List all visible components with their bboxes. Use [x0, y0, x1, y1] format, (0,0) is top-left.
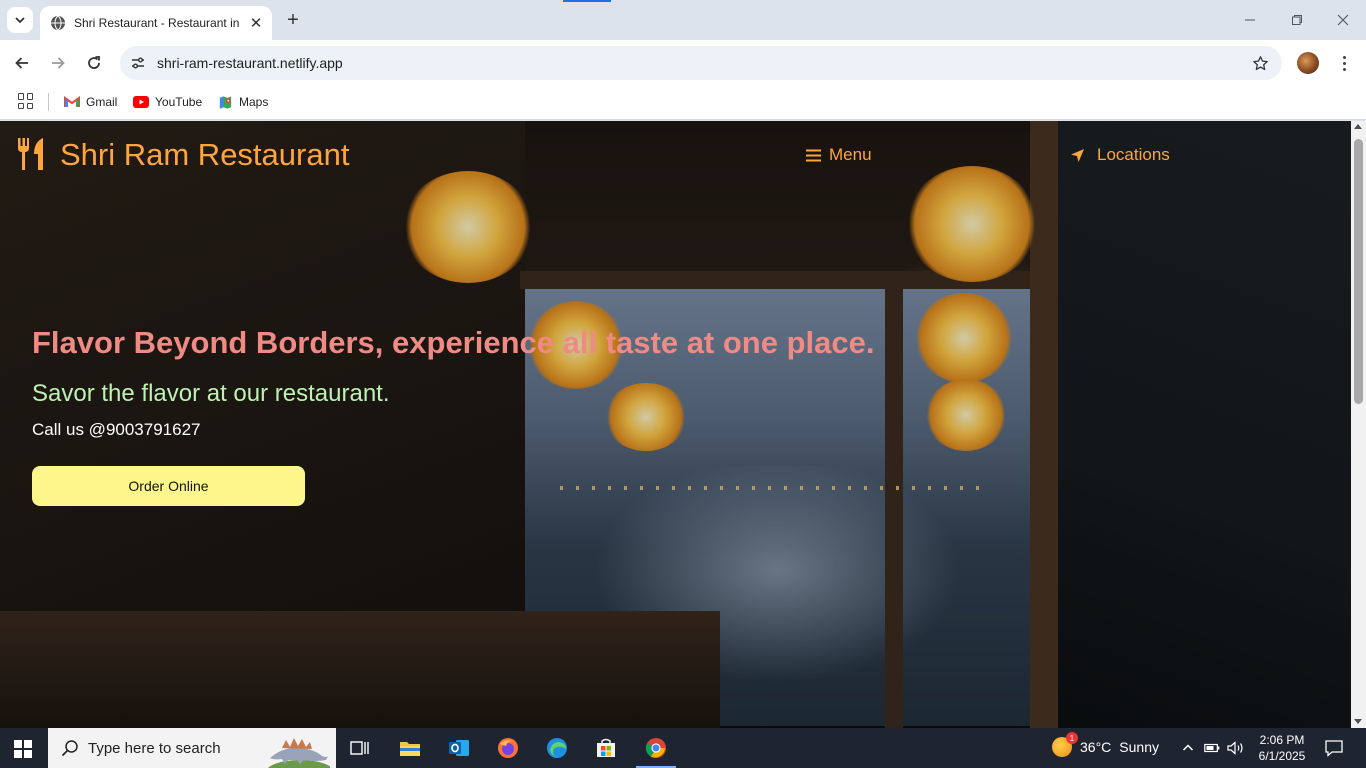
weather-widget[interactable]: 1 36°C Sunny: [1052, 732, 1159, 757]
windows-taskbar: Type here to search 1 36°C Sunny 2:06 PM…: [0, 728, 1366, 768]
apps-grid-icon[interactable]: [18, 93, 34, 109]
file-explorer-button[interactable]: [398, 736, 422, 760]
edge-icon: [547, 738, 567, 758]
firefox-icon: [498, 738, 518, 758]
nav-menu-label: Menu: [829, 145, 872, 164]
restore-button[interactable]: [1287, 10, 1307, 30]
scroll-down-arrow[interactable]: [1354, 719, 1362, 724]
page-scrollbar[interactable]: [1351, 121, 1366, 728]
search-placeholder: Type here to search: [88, 739, 221, 757]
arrow-left-icon: [15, 57, 28, 69]
url-text[interactable]: shri-ram-restaurant.netlify.app: [157, 55, 343, 71]
sun-icon: 1: [1052, 732, 1078, 757]
bookmark-maps[interactable]: Maps: [218, 91, 268, 113]
address-bar[interactable]: shri-ram-restaurant.netlify.app: [120, 46, 1282, 80]
bookmarks-bar: Gmail YouTube Maps: [0, 86, 1366, 120]
browser-tab-bar: Shri Restaurant - Restaurant in Hyderaba…: [0, 0, 1366, 40]
clock-time: 2:06 PM: [1259, 733, 1305, 747]
site-header: Shri Ram Restaurant Menu Locations: [0, 121, 1351, 191]
brand-name[interactable]: Shri Ram Restaurant: [60, 137, 349, 173]
minimize-icon: [1245, 19, 1255, 21]
task-view-icon: [350, 741, 369, 755]
nav-locations-label: Locations: [1097, 145, 1170, 164]
close-tab-icon[interactable]: ✕: [248, 15, 264, 32]
chevron-up-icon: [1182, 744, 1194, 751]
store-icon: [597, 738, 615, 757]
close-window-button[interactable]: [1333, 10, 1353, 30]
weather-temp: 36°C: [1080, 739, 1112, 755]
location-arrow-icon: [1070, 148, 1085, 162]
chrome-icon: [645, 738, 666, 758]
minimize-button[interactable]: [1240, 10, 1260, 30]
forward-button[interactable]: [46, 51, 70, 75]
reload-button[interactable]: [82, 51, 106, 75]
bookmark-label: Gmail: [86, 95, 118, 109]
volume-button[interactable]: [1226, 738, 1246, 758]
nav-menu-link[interactable]: Menu: [806, 145, 872, 165]
folder-icon: [400, 742, 420, 756]
browser-toolbar: shri-ram-restaurant.netlify.app: [0, 40, 1366, 86]
scroll-up-arrow[interactable]: [1354, 124, 1362, 129]
firefox-button[interactable]: [496, 736, 520, 760]
clock-date: 6/1/2025: [1258, 749, 1306, 763]
tune-icon: [132, 57, 144, 69]
task-view-button[interactable]: [348, 736, 372, 760]
taskbar-search[interactable]: Type here to search: [48, 728, 336, 768]
edge-button[interactable]: [545, 736, 569, 760]
nav-locations-link[interactable]: Locations: [1070, 145, 1170, 165]
profile-avatar[interactable]: [1297, 52, 1319, 74]
hero-title: Flavor Beyond Borders, experience all ta…: [32, 325, 875, 360]
start-button[interactable]: [14, 740, 32, 758]
speaker-icon: [1227, 741, 1243, 755]
bookmark-youtube[interactable]: YouTube: [133, 91, 202, 113]
notification-icon[interactable]: [1324, 738, 1344, 758]
utensils-icon: [18, 138, 43, 170]
battery-button[interactable]: [1202, 738, 1222, 758]
bookmarks-separator: [48, 93, 49, 111]
hero-phone: Call us @9003791627: [32, 420, 201, 439]
browser-menu-button[interactable]: [1334, 50, 1354, 76]
close-icon: [1337, 14, 1349, 26]
reload-icon: [88, 56, 100, 69]
maps-icon: [219, 95, 232, 109]
weather-badge: 1: [1066, 732, 1078, 744]
arrow-right-icon: [52, 57, 65, 69]
bookmark-label: YouTube: [155, 95, 203, 109]
background-overlay: [0, 121, 1351, 728]
ms-store-button[interactable]: [594, 736, 618, 760]
outlook-button[interactable]: [447, 736, 471, 760]
bookmark-label: Maps: [239, 95, 269, 109]
order-online-button[interactable]: Order Online: [32, 466, 305, 506]
battery-icon: [1204, 743, 1220, 753]
tab-accent-bar: [563, 0, 611, 2]
bookmark-gmail[interactable]: Gmail: [64, 91, 117, 113]
hero-subtitle: Savor the flavor at our restaurant.: [32, 380, 390, 407]
tab-title: Shri Restaurant - Restaurant in Hyderaba…: [74, 16, 242, 30]
bookmark-star-button[interactable]: [1250, 53, 1270, 73]
chrome-button[interactable]: [644, 736, 668, 760]
dinosaur-icon: [267, 738, 330, 768]
gmail-icon: [64, 96, 80, 107]
scrollbar-thumb[interactable]: [1354, 139, 1363, 404]
hamburger-icon: [806, 149, 821, 161]
outlook-icon: [449, 740, 469, 756]
back-button[interactable]: [10, 51, 34, 75]
star-icon: [1252, 55, 1268, 70]
site-info-button[interactable]: [128, 53, 148, 73]
tab-search-button[interactable]: [7, 7, 33, 33]
restore-icon: [1292, 15, 1302, 25]
weather-desc: Sunny: [1119, 739, 1159, 755]
globe-icon: [51, 15, 65, 31]
chevron-down-icon: [15, 17, 25, 24]
browser-tab[interactable]: Shri Restaurant - Restaurant in Hyderaba…: [40, 6, 272, 40]
youtube-icon: [133, 96, 149, 108]
search-icon: [60, 738, 80, 758]
system-clock[interactable]: 2:06 PM 6/1/2025: [1254, 732, 1310, 764]
new-tab-button[interactable]: +: [282, 9, 304, 31]
tray-overflow-button[interactable]: [1178, 738, 1198, 758]
page-viewport: Shri Ram Restaurant Menu Locations Flavo…: [0, 121, 1351, 728]
